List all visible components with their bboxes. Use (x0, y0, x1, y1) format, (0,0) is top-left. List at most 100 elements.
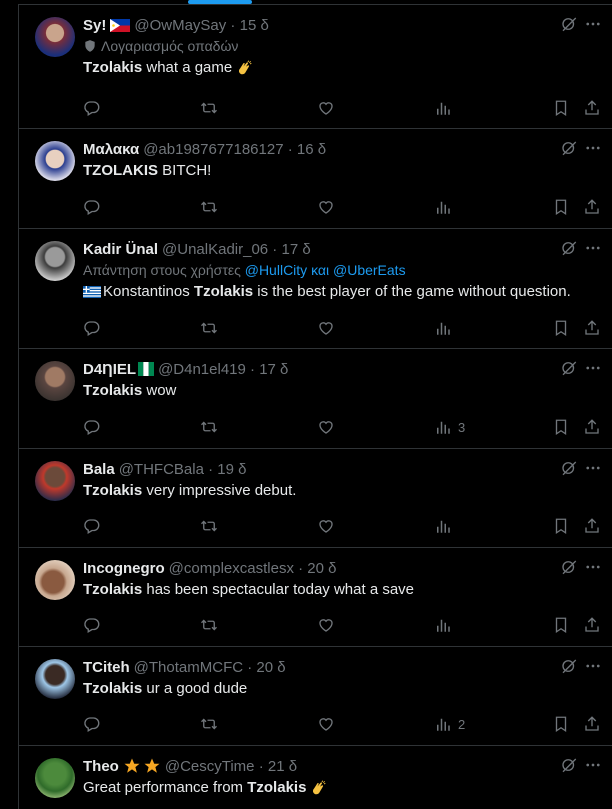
repost-button[interactable] (200, 516, 218, 536)
handle[interactable]: @complexcastlesx (169, 560, 294, 577)
bookmark-button[interactable] (552, 318, 570, 338)
views-button[interactable] (434, 516, 458, 536)
mention-link[interactable]: @HullCity (245, 262, 307, 278)
display-name[interactable]: Kadir Ünal (83, 241, 158, 258)
share-button[interactable] (583, 318, 601, 338)
repost-button[interactable] (200, 417, 218, 437)
handle[interactable]: @ThotamMCFC (134, 659, 243, 676)
repost-button[interactable] (200, 98, 218, 118)
bookmark-button[interactable] (552, 714, 570, 734)
grok-icon[interactable] (560, 359, 578, 377)
handle[interactable]: @OwMaySay (134, 17, 226, 34)
display-name[interactable]: Μαλακα (83, 141, 139, 158)
grok-icon[interactable] (560, 756, 578, 774)
more-icon[interactable] (584, 359, 602, 377)
bookmark-button[interactable] (552, 417, 570, 437)
avatar[interactable] (35, 141, 75, 181)
like-button[interactable] (317, 615, 335, 635)
tweet[interactable]: Kadir Ünal @UnalKadir_06 · 17 δ Απάντηση… (18, 228, 612, 348)
like-button[interactable] (317, 197, 335, 217)
tweet[interactable]: Theo @CescyTime · 21 δ Great performance… (18, 745, 612, 809)
repost-button[interactable] (200, 615, 218, 635)
avatar[interactable] (35, 758, 75, 798)
bookmark-button[interactable] (552, 615, 570, 635)
timestamp[interactable]: 15 δ (240, 17, 269, 34)
views-button[interactable] (434, 197, 458, 217)
share-button[interactable] (583, 516, 601, 536)
tweet[interactable]: TCiteh @ThotamMCFC · 20 δ Tzolakis ur a … (18, 646, 612, 745)
tweet[interactable]: Incognegro @complexcastlesx · 20 δ Tzola… (18, 547, 612, 646)
share-button[interactable] (583, 417, 601, 437)
bookmark-button[interactable] (552, 98, 570, 118)
more-icon[interactable] (584, 459, 602, 477)
display-name[interactable]: TCiteh (83, 659, 130, 676)
grok-icon[interactable] (560, 459, 578, 477)
views-button[interactable]: 2 (434, 714, 465, 734)
more-icon[interactable] (584, 756, 602, 774)
views-button[interactable] (434, 98, 458, 118)
timestamp[interactable]: 20 δ (307, 560, 336, 577)
timestamp[interactable]: 17 δ (259, 361, 288, 378)
grok-icon[interactable] (560, 239, 578, 257)
display-name[interactable]: Theo (83, 758, 119, 775)
reply-button[interactable] (83, 516, 101, 536)
handle[interactable]: @UnalKadir_06 (162, 241, 268, 258)
tweet[interactable]: Μαλακα @ab1987677186127 · 16 δ TZOLAKIS … (18, 128, 612, 228)
more-icon[interactable] (584, 657, 602, 675)
grok-icon[interactable] (560, 657, 578, 675)
share-button[interactable] (583, 98, 601, 118)
avatar[interactable] (35, 659, 75, 699)
handle[interactable]: @CescyTime (165, 758, 255, 775)
reply-button[interactable] (83, 318, 101, 338)
handle[interactable]: @THFCBala (119, 461, 204, 478)
timestamp[interactable]: 21 δ (268, 758, 297, 775)
like-button[interactable] (317, 318, 335, 338)
timestamp[interactable]: 20 δ (256, 659, 285, 676)
share-button[interactable] (583, 615, 601, 635)
like-button[interactable] (317, 714, 335, 734)
more-icon[interactable] (584, 15, 602, 33)
like-button[interactable] (317, 417, 335, 437)
share-button[interactable] (583, 197, 601, 217)
repost-button[interactable] (200, 714, 218, 734)
avatar[interactable] (35, 361, 75, 401)
avatar[interactable] (35, 461, 75, 501)
grok-icon[interactable] (560, 139, 578, 157)
avatar[interactable] (35, 17, 75, 57)
display-name[interactable]: D4ȠIEL (83, 361, 136, 378)
views-button[interactable] (434, 615, 458, 635)
handle[interactable]: @D4n1el419 (158, 361, 246, 378)
share-button[interactable] (583, 714, 601, 734)
tweet[interactable]: D4ȠIEL @D4n1el419 · 17 δ Tzolakis wow 3 (18, 348, 612, 448)
grok-icon[interactable] (560, 15, 578, 33)
tweet[interactable]: Bala @THFCBala · 19 δ Tzolakis very impr… (18, 448, 612, 547)
tweet[interactable]: Sy! @OwMaySay · 15 δ Λογαριασμός οπαδών … (18, 4, 612, 128)
reply-button[interactable] (83, 714, 101, 734)
more-icon[interactable] (584, 239, 602, 257)
reply-button[interactable] (83, 98, 101, 118)
avatar[interactable] (35, 560, 75, 600)
like-button[interactable] (317, 516, 335, 536)
reply-button[interactable] (83, 197, 101, 217)
grok-icon[interactable] (560, 558, 578, 576)
reply-button[interactable] (83, 615, 101, 635)
mention-link[interactable]: @UberEats (333, 262, 406, 278)
timestamp[interactable]: 16 δ (297, 141, 326, 158)
timestamp[interactable]: 19 δ (217, 461, 246, 478)
avatar[interactable] (35, 241, 75, 281)
repost-button[interactable] (200, 318, 218, 338)
display-name[interactable]: Bala (83, 461, 115, 478)
bookmark-button[interactable] (552, 516, 570, 536)
views-button[interactable] (434, 318, 458, 338)
more-icon[interactable] (584, 558, 602, 576)
views-button[interactable]: 3 (434, 417, 465, 437)
repost-button[interactable] (200, 197, 218, 217)
timestamp[interactable]: 17 δ (281, 241, 310, 258)
more-icon[interactable] (584, 139, 602, 157)
bookmark-button[interactable] (552, 197, 570, 217)
reply-button[interactable] (83, 417, 101, 437)
handle[interactable]: @ab1987677186127 (143, 141, 283, 158)
display-name[interactable]: Sy! (83, 17, 106, 34)
like-button[interactable] (317, 98, 335, 118)
display-name[interactable]: Incognegro (83, 560, 165, 577)
